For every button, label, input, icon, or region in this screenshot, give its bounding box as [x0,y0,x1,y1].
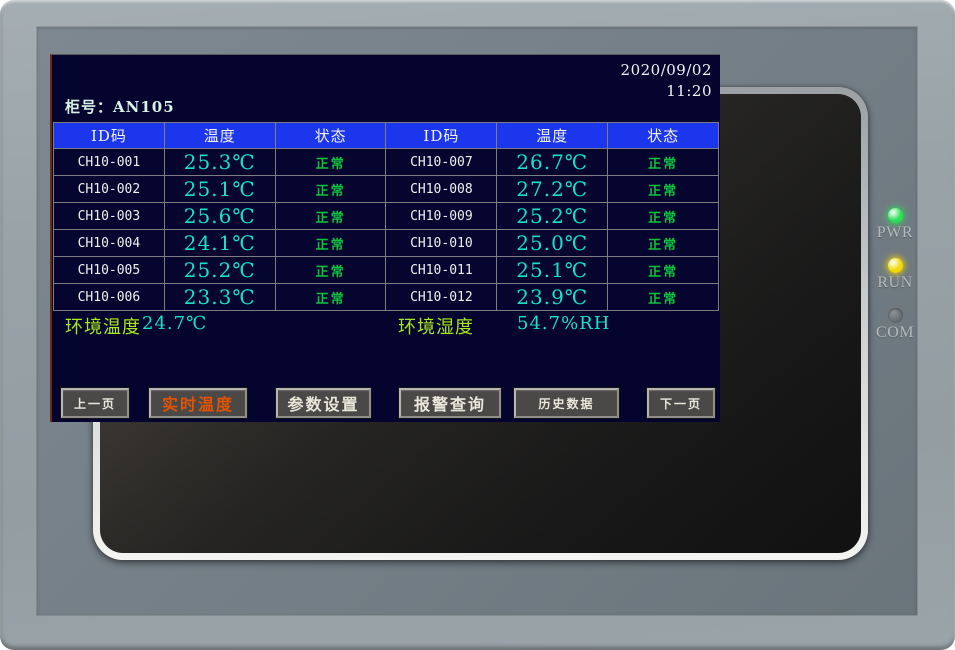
temperature-cell: 23.3℃ [164,284,275,311]
ambient-temp-label: 环境温度 [65,313,141,339]
com-led-indicator: COM [870,308,920,342]
status-cell: 正常 [275,203,386,230]
channel-id-cell: CH10-008 [386,176,497,203]
status-cell: 正常 [608,230,719,257]
temperature-cell: 24.1℃ [164,230,275,257]
channel-id-cell: CH10-005 [54,257,165,284]
column-header: 状态 [275,123,386,149]
ambient-humidity-label: 环境湿度 [398,313,474,339]
temperature-cell: 23.9℃ [497,284,608,311]
channel-id-cell: CH10-001 [54,149,165,176]
status-cell: 正常 [275,176,386,203]
pwr-led-indicator: PWR [870,208,920,242]
temperature-cell: 27.2℃ [497,176,608,203]
temperature-cell: 25.0℃ [497,230,608,257]
ambient-temp-value: 24.7℃ [142,313,207,334]
channel-id-cell: CH10-006 [54,284,165,311]
channel-id-cell: CH10-010 [386,230,497,257]
temperature-cell: 26.7℃ [497,149,608,176]
channel-id-cell: CH10-002 [54,176,165,203]
status-cell: 正常 [608,203,719,230]
next-page-button[interactable]: 下一页 [647,388,715,418]
table-header-row: ID码温度状态ID码温度状态 [54,123,719,149]
column-header: 温度 [164,123,275,149]
channel-id-cell: CH10-003 [54,203,165,230]
table-row: CH10-00525.2℃正常CH10-01125.1℃正常 [54,257,719,284]
status-cell: 正常 [608,149,719,176]
temperature-cell: 25.1℃ [497,257,608,284]
realtime-temp-button[interactable]: 实时温度 [149,388,247,418]
table-row: CH10-00424.1℃正常CH10-01025.0℃正常 [54,230,719,257]
table-row: CH10-00125.3℃正常CH10-00726.7℃正常 [54,149,719,176]
status-cell: 正常 [608,176,719,203]
run-led-indicator: RUN [870,258,920,292]
table-row: CH10-00325.6℃正常CH10-00925.2℃正常 [54,203,719,230]
date-text: 2020/09/02 [621,60,712,81]
status-cell: 正常 [275,149,386,176]
channel-id-cell: CH10-009 [386,203,497,230]
table-row: CH10-00225.1℃正常CH10-00827.2℃正常 [54,176,719,203]
temperature-table: ID码温度状态ID码温度状态 CH10-00125.3℃正常CH10-00726… [53,122,719,311]
history-data-button[interactable]: 历史数据 [514,388,619,418]
pwr-led-label: PWR [870,224,920,242]
run-led-icon [888,258,903,273]
status-cell: 正常 [608,284,719,311]
led-indicator-column: PWR RUN COM [870,208,920,358]
lcd-display: 2020/09/02 11:20 柜号：AN105 ID码温度状态ID码温度状态… [50,54,720,422]
temperature-cell: 25.1℃ [164,176,275,203]
datetime: 2020/09/02 11:20 [621,60,712,102]
channel-id-cell: CH10-004 [54,230,165,257]
temperature-cell: 25.2℃ [497,203,608,230]
channel-id-cell: CH10-012 [386,284,497,311]
cabinet-label: 柜号：AN105 [65,96,175,117]
com-led-label: COM [870,324,920,342]
column-header: 状态 [608,123,719,149]
status-cell: 正常 [275,230,386,257]
ambient-humidity-value: 54.7%RH [517,313,610,334]
table-row: CH10-00623.3℃正常CH10-01223.9℃正常 [54,284,719,311]
channel-id-cell: CH10-011 [386,257,497,284]
nav-button-row: 上一页实时温度参数设置报警查询历史数据下一页 [52,388,722,418]
status-cell: 正常 [275,257,386,284]
status-cell: 正常 [275,284,386,311]
column-header: ID码 [54,123,165,149]
param-settings-button[interactable]: 参数设置 [276,388,371,418]
com-led-icon [888,308,903,323]
column-header: ID码 [386,123,497,149]
temperature-cell: 25.6℃ [164,203,275,230]
hmi-device: 2020/09/02 11:20 柜号：AN105 ID码温度状态ID码温度状态… [0,0,955,650]
alarm-query-button[interactable]: 报警查询 [399,388,501,418]
status-cell: 正常 [608,257,719,284]
run-led-label: RUN [870,274,920,292]
channel-id-cell: CH10-007 [386,149,497,176]
ambient-readouts: 环境温度 24.7℃ 环境湿度 54.7%RH [52,313,722,339]
pwr-led-icon [888,208,903,223]
column-header: 温度 [497,123,608,149]
time-text: 11:20 [621,81,712,102]
temperature-cell: 25.2℃ [164,257,275,284]
prev-page-button[interactable]: 上一页 [61,388,129,418]
temperature-cell: 25.3℃ [164,149,275,176]
